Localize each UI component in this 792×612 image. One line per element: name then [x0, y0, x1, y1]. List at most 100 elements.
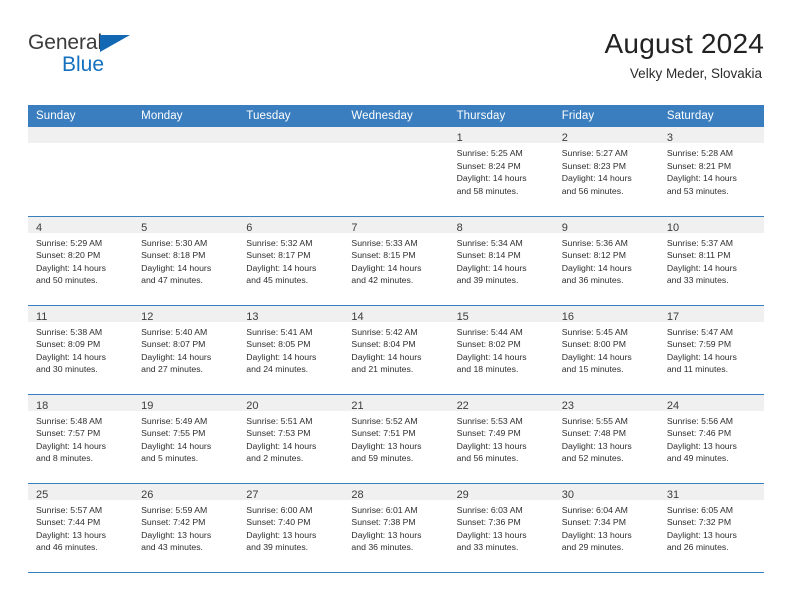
day-cell-18[interactable]: 18 Sunrise: 5:48 AM Sunset: 7:57 PM Dayligh… — [28, 394, 134, 484]
sunset-line: Sunset: 7:48 PM — [561, 428, 626, 439]
day-cell-31[interactable]: 31 Sunrise: 6:05 AM Sunset: 7:32 PM Dayligh… — [658, 483, 764, 573]
day-number: 13 — [246, 310, 259, 323]
day-cell-11[interactable]: 11 Sunrise: 5:38 AM Sunset: 8:09 PM Dayligh… — [28, 305, 134, 395]
day-number: 7 — [351, 221, 358, 234]
day-cell-23[interactable]: 23 Sunrise: 5:55 AM Sunset: 7:48 PM Dayligh… — [553, 394, 659, 484]
day-number: 9 — [561, 221, 568, 234]
day-cell-16[interactable]: 16 Sunrise: 5:45 AM Sunset: 8:00 PM Dayligh… — [553, 305, 659, 395]
day-cell-9[interactable]: 9 Sunrise: 5:36 AM Sunset: 8:12 PM Daylight… — [553, 216, 659, 306]
daylight-line-1: Daylight: 14 hours — [351, 262, 422, 273]
daylight-line-2: and 56 minutes. — [561, 185, 624, 196]
day-cell-empty — [28, 127, 134, 217]
day-number: 5 — [141, 221, 148, 234]
day-number: 11 — [36, 310, 48, 323]
day-number-strip: 9 — [553, 216, 659, 234]
day-cell-empty — [133, 127, 239, 217]
day-number: 17 — [666, 310, 680, 323]
day-number: 4 — [36, 221, 43, 234]
sunrise-line: Sunrise: 6:05 AM — [666, 504, 734, 515]
daylight-line-2: and 8 minutes. — [36, 453, 93, 464]
sunset-line: Sunset: 8:23 PM — [561, 160, 626, 171]
day-cell-30[interactable]: 30 Sunrise: 6:04 AM Sunset: 7:34 PM Dayligh… — [553, 483, 659, 573]
general-blue-logo[interactable]: General Blue — [28, 32, 148, 80]
sunset-line: Sunset: 8:21 PM — [666, 160, 732, 171]
daylight-line-1: Daylight: 14 hours — [666, 262, 737, 273]
day-cell-13[interactable]: 13 Sunrise: 5:41 AM Sunset: 8:05 PM Dayligh… — [238, 305, 344, 395]
day-number-strip: 8 — [448, 216, 554, 234]
sunset-line: Sunset: 7:53 PM — [246, 428, 311, 439]
day-cell-3[interactable]: 3 Sunrise: 5:28 AM Sunset: 8:21 PM Daylight… — [658, 127, 764, 217]
day-detail-block: Sunrise: 5:30 AM Sunset: 8:18 PM Daylight:… — [133, 233, 238, 291]
day-cell-17[interactable]: 17 Sunrise: 5:47 AM Sunset: 7:59 PM Dayligh… — [658, 305, 764, 395]
calendar-table: Sunday Monday Tuesday Wednesday Thursday Frid… — [28, 105, 764, 573]
day-number: 23 — [561, 399, 574, 412]
day-number-strip: 25 — [28, 483, 134, 501]
day-cell-7[interactable]: 7 Sunrise: 5:33 AM Sunset: 8:15 PM Daylight… — [343, 216, 449, 306]
day-cell-19[interactable]: 19 Sunrise: 5:49 AM Sunset: 7:55 PM Dayligh… — [133, 394, 239, 484]
day-number: 2 — [561, 132, 568, 144]
day-cell-28[interactable]: 28 Sunrise: 6:01 AM Sunset: 7:38 PM Dayligh… — [343, 483, 449, 573]
day-cell-4[interactable]: 4 Sunrise: 5:29 AM Sunset: 8:20 PM Daylight… — [28, 216, 134, 306]
weekday-header-wednesday: Wednesday — [343, 105, 449, 127]
day-cell-22[interactable]: 22 Sunrise: 5:53 AM Sunset: 7:49 PM Dayligh… — [448, 394, 554, 484]
day-number: 22 — [456, 399, 469, 412]
day-cell-1[interactable]: 1 Sunrise: 5:25 AM Sunset: 8:24 PM Daylight… — [448, 127, 554, 217]
sunrise-line: Sunrise: 5:48 AM — [36, 415, 103, 426]
day-number: 14 — [351, 310, 364, 323]
daylight-line-2: and 59 minutes. — [351, 453, 414, 464]
day-cell-6[interactable]: 6 Sunrise: 5:32 AM Sunset: 8:17 PM Daylight… — [238, 216, 344, 306]
weekday-header-monday: Monday — [133, 105, 239, 127]
daylight-line-2: and 50 minutes. — [36, 275, 98, 286]
sunrise-line: Sunrise: 5:40 AM — [141, 326, 208, 337]
day-number-strip: 16 — [553, 305, 659, 323]
daylight-line-1: Daylight: 13 hours — [456, 440, 527, 451]
day-cell-14[interactable]: 14 Sunrise: 5:42 AM Sunset: 8:04 PM Dayligh… — [343, 305, 449, 395]
sunrise-line: Sunrise: 5:51 AM — [246, 415, 313, 426]
day-detail-block: Sunrise: 5:52 AM Sunset: 7:51 PM Daylight:… — [343, 411, 448, 469]
day-number: 27 — [246, 488, 259, 501]
day-cell-8[interactable]: 8 Sunrise: 5:34 AM Sunset: 8:14 PM Daylight… — [448, 216, 554, 306]
day-cell-5[interactable]: 5 Sunrise: 5:30 AM Sunset: 8:18 PM Daylight… — [133, 216, 239, 306]
sunrise-line: Sunrise: 5:53 AM — [456, 415, 523, 426]
day-number: 6 — [246, 221, 253, 234]
day-cell-21[interactable]: 21 Sunrise: 5:52 AM Sunset: 7:51 PM Dayligh… — [343, 394, 449, 484]
sunrise-line: Sunrise: 5:29 AM — [36, 237, 103, 248]
daylight-line-1: Daylight: 13 hours — [561, 440, 632, 451]
day-cell-25[interactable]: 25 Sunrise: 5:57 AM Sunset: 7:44 PM Dayligh… — [28, 483, 134, 573]
day-number-strip: 12 — [133, 305, 239, 323]
day-number-strip: 20 — [238, 394, 344, 412]
day-cell-15[interactable]: 15 Sunrise: 5:44 AM Sunset: 8:02 PM Dayligh… — [448, 305, 554, 395]
daylight-line-2: and 45 minutes. — [246, 275, 309, 286]
day-detail-block: Sunrise: 5:59 AM Sunset: 7:42 PM Daylight:… — [133, 500, 238, 558]
daylight-line-1: Daylight: 14 hours — [36, 440, 107, 451]
daylight-line-2: and 5 minutes. — [141, 453, 199, 464]
daylight-line-2: and 36 minutes. — [561, 275, 624, 286]
day-cell-12[interactable]: 12 Sunrise: 5:40 AM Sunset: 8:07 PM Dayligh… — [133, 305, 239, 395]
sunrise-line: Sunrise: 6:00 AM — [246, 504, 313, 515]
daylight-line-2: and 30 minutes. — [36, 364, 98, 375]
day-number-strip — [28, 127, 134, 143]
sunrise-line: Sunrise: 5:28 AM — [666, 148, 734, 158]
day-cell-29[interactable]: 29 Sunrise: 6:03 AM Sunset: 7:36 PM Dayligh… — [448, 483, 554, 573]
day-cell-27[interactable]: 27 Sunrise: 6:00 AM Sunset: 7:40 PM Dayligh… — [238, 483, 344, 573]
calendar-body: 1 Sunrise: 5:25 AM Sunset: 8:24 PM Daylight… — [28, 127, 764, 573]
day-number-strip: 6 — [238, 216, 344, 234]
day-cell-2[interactable]: 2 Sunrise: 5:27 AM Sunset: 8:23 PM Daylight… — [553, 127, 659, 217]
day-cell-24[interactable]: 24 Sunrise: 5:56 AM Sunset: 7:46 PM Dayligh… — [658, 394, 764, 484]
day-cell-26[interactable]: 26 Sunrise: 5:59 AM Sunset: 7:42 PM Dayligh… — [133, 483, 239, 573]
sunset-line: Sunset: 8:02 PM — [456, 339, 521, 350]
day-cell-20[interactable]: 20 Sunrise: 5:51 AM Sunset: 7:53 PM Dayligh… — [238, 394, 344, 484]
daylight-line-1: Daylight: 14 hours — [351, 351, 422, 362]
sunrise-line: Sunrise: 5:42 AM — [351, 326, 418, 337]
day-cell-10[interactable]: 10 Sunrise: 5:37 AM Sunset: 8:11 PM Dayligh… — [658, 216, 764, 306]
day-number-strip: 10 — [658, 216, 764, 234]
day-detail-block: Sunrise: 5:29 AM Sunset: 8:20 PM Daylight:… — [28, 233, 133, 291]
day-detail-block: Sunrise: 6:05 AM Sunset: 7:32 PM Daylight:… — [659, 500, 764, 558]
day-number: 24 — [666, 399, 680, 412]
day-number-strip: 13 — [238, 305, 344, 323]
sunrise-line: Sunrise: 5:49 AM — [141, 415, 208, 426]
day-cell-empty — [238, 127, 344, 217]
sunset-line: Sunset: 7:49 PM — [456, 428, 521, 439]
day-number: 25 — [36, 488, 49, 501]
sunset-line: Sunset: 8:05 PM — [246, 339, 311, 350]
